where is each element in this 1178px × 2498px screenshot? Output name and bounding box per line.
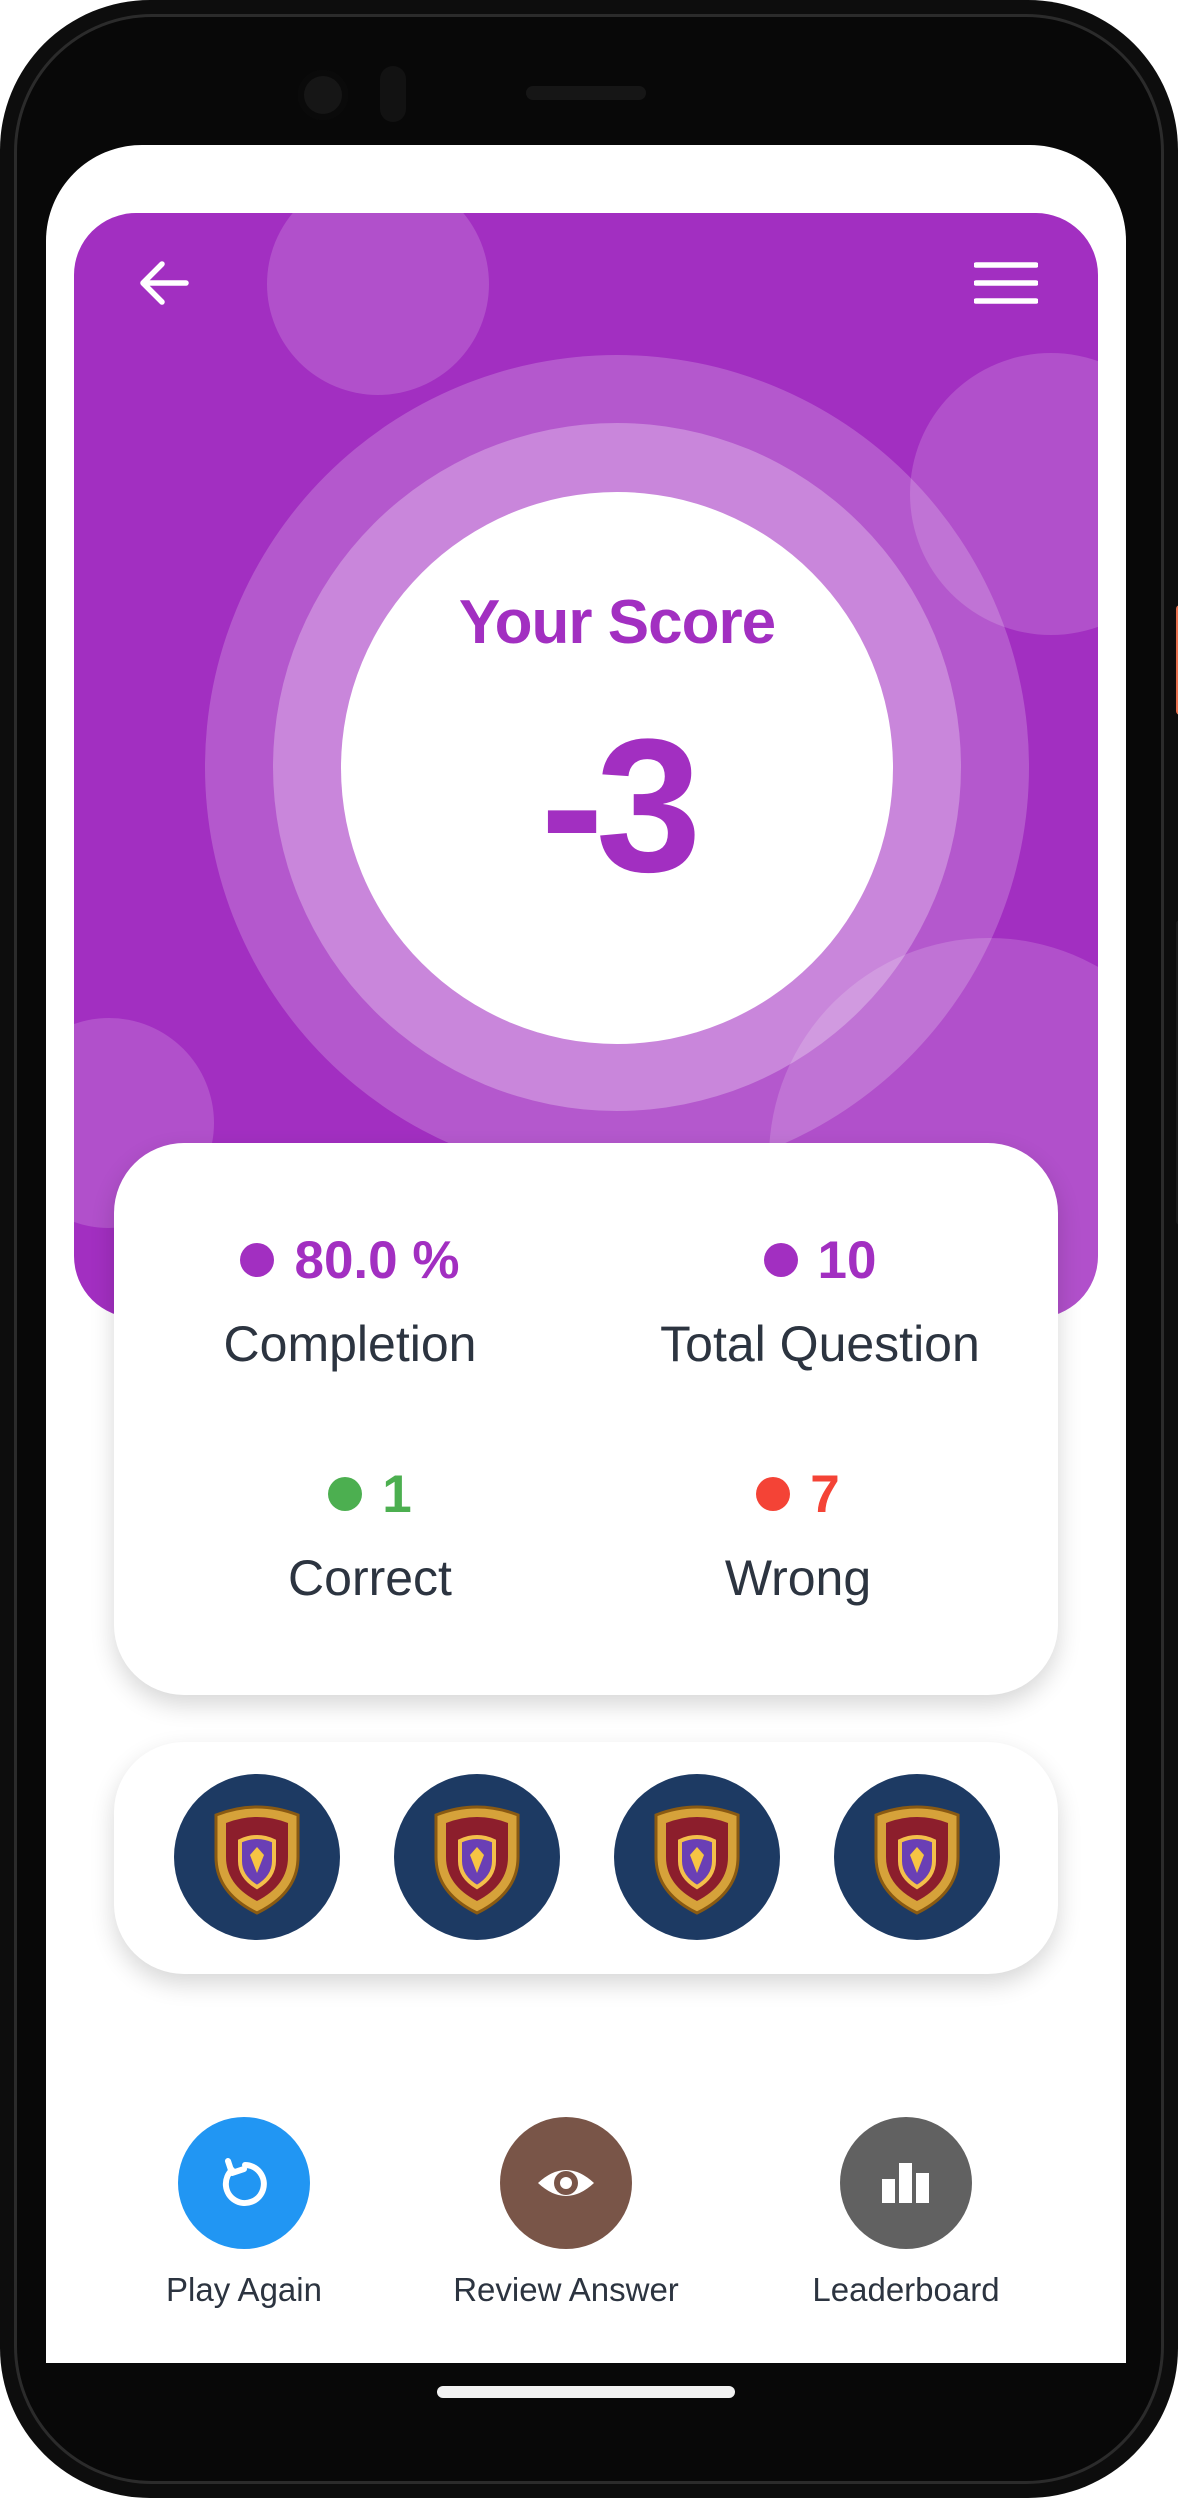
score-circle: Your Score -3	[341, 492, 893, 1044]
completion-label: Completion	[223, 1316, 477, 1372]
stat-completion: 80.0 % Completion	[140, 1225, 560, 1373]
proximity-sensor	[380, 66, 406, 122]
score-label: Your Score	[458, 588, 776, 657]
home-indicator[interactable]	[437, 2386, 735, 2398]
total-label: Total Question	[660, 1316, 980, 1372]
shield-badge-icon	[174, 1774, 340, 1940]
decor-bubble	[267, 213, 489, 395]
stat-total-question: 10 Total Question	[610, 1225, 1030, 1373]
shield-badge-icon	[614, 1774, 780, 1940]
play-again-label: Play Again	[166, 2271, 322, 2308]
hamburger-menu-icon[interactable]	[973, 253, 1039, 318]
correct-label: Correct	[288, 1550, 452, 1606]
review-answer-label: Review Answer	[453, 2271, 679, 2308]
leaderboard-label: Leaderboard	[812, 2271, 1000, 2308]
shield-badge-icon	[834, 1774, 1000, 1940]
wrong-label: Wrong	[724, 1550, 872, 1606]
arrow-left-icon[interactable]	[134, 253, 194, 318]
play-again-button[interactable]: Play Again	[79, 2117, 409, 2309]
bar-chart-icon[interactable]	[840, 2117, 972, 2249]
total-value: 10	[817, 1230, 877, 1290]
wrong-value: 7	[810, 1464, 840, 1524]
shield-badge-icon	[394, 1774, 560, 1940]
stats-card: 80.0 % Completion 10 Total Question 1 Co…	[114, 1143, 1058, 1695]
app-screen: Your Score -3 80.0 % Completion 10 Total…	[46, 145, 1126, 2363]
completion-dot-icon	[240, 1243, 275, 1277]
leaderboard-button[interactable]: Leaderboard	[741, 2117, 1071, 2309]
review-answer-button[interactable]: Review Answer	[401, 2117, 731, 2309]
phone-frame: Your Score -3 80.0 % Completion 10 Total…	[0, 0, 1178, 2498]
wrong-dot-icon	[756, 1477, 791, 1511]
score-value: -3	[540, 700, 702, 912]
completion-value: 80.0 %	[294, 1230, 460, 1290]
correct-value: 1	[382, 1464, 412, 1524]
correct-dot-icon	[328, 1477, 363, 1511]
stat-wrong: 7 Wrong	[588, 1459, 1008, 1607]
stat-correct: 1 Correct	[160, 1459, 580, 1607]
earpiece-speaker	[526, 86, 646, 100]
replay-icon[interactable]	[178, 2117, 310, 2249]
total-dot-icon	[763, 1243, 798, 1277]
eye-icon[interactable]	[500, 2117, 632, 2249]
badges-card	[114, 1742, 1058, 1974]
front-camera	[298, 70, 348, 120]
